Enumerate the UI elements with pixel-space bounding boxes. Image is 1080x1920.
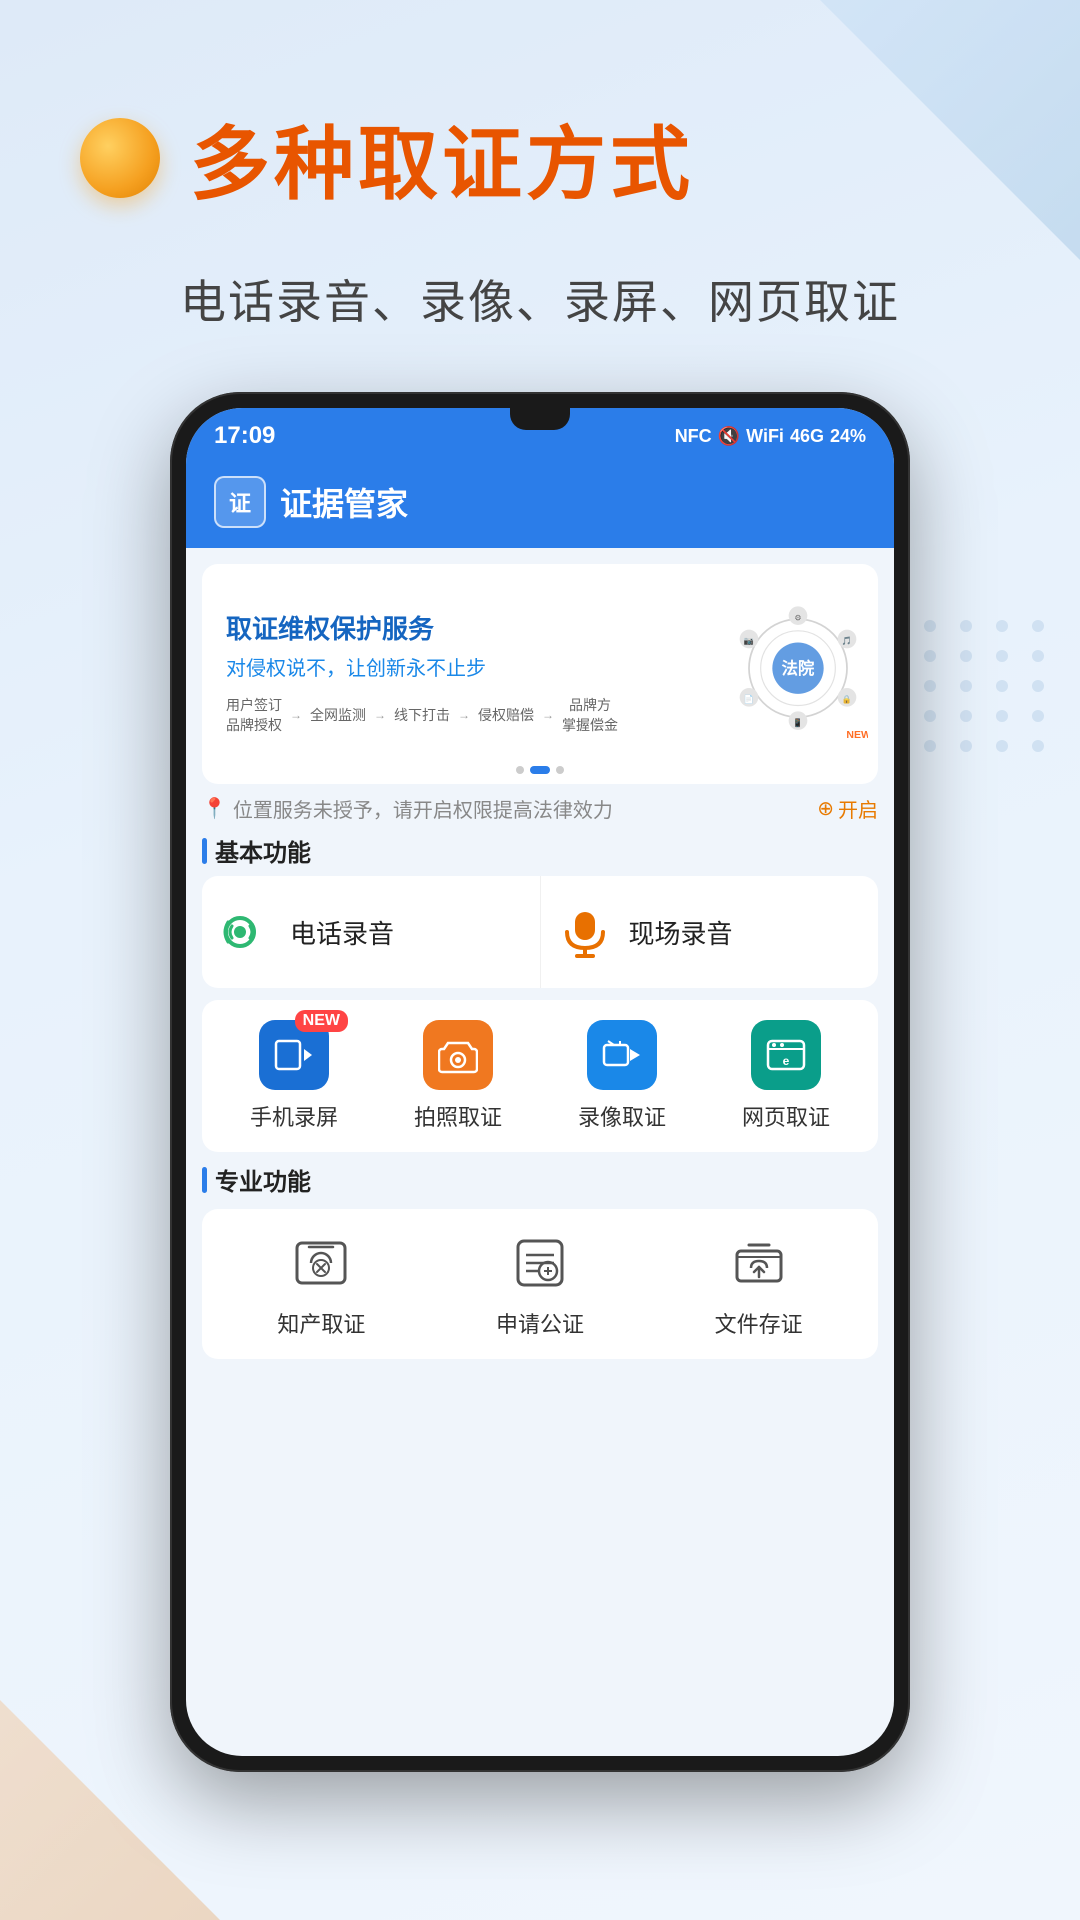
mic-recording-button[interactable]: 现场录音: [541, 876, 879, 988]
location-text: 位置服务未授予，请开启权限提高法律效力: [233, 794, 613, 823]
banner-dot-1: [516, 766, 524, 774]
main-title: 多种取证方式: [190, 100, 694, 216]
file-storage-label: 文件存证: [715, 1307, 803, 1339]
ip-evidence-icon: [287, 1229, 355, 1297]
app-header: 证 证据管家: [186, 464, 894, 548]
banner-step-1: 用户签订品牌授权: [226, 695, 282, 735]
webpage-evidence-icon: e: [751, 1020, 821, 1090]
mic-recording-icon: [557, 904, 613, 960]
arrow-icon-4: →: [542, 708, 554, 722]
svg-text:🎵: 🎵: [842, 636, 852, 646]
phone-screen: 17:09 NFC 🔇 WiFi 46G 24% 证 证据管家: [186, 408, 894, 1756]
battery-icon: 24%: [830, 426, 866, 447]
status-icons: NFC 🔇 WiFi 46G 24%: [675, 426, 866, 447]
app-logo: 证: [214, 476, 266, 528]
signal-icon: 46G: [790, 426, 824, 447]
svg-text:🔒: 🔒: [842, 695, 852, 704]
photo-evidence-icon: [423, 1020, 493, 1090]
grid-functions-container: NEW 手机录屏: [202, 1000, 878, 1152]
mic-recording-label: 现场录音: [629, 914, 733, 951]
banner[interactable]: 取证维权保护服务 对侵权说不，让创新永不止步 用户签订品牌授权 → 全网监测 →…: [202, 564, 878, 784]
bg-dots: [888, 620, 1050, 752]
photo-evidence-label: 拍照取证: [414, 1100, 502, 1132]
location-left: 📍 位置服务未授予，请开启权限提高法律效力: [202, 794, 613, 823]
svg-text:e: e: [783, 1054, 790, 1068]
webpage-evidence-button[interactable]: e 网页取证: [742, 1020, 830, 1132]
arrow-icon-3: →: [458, 708, 470, 722]
file-storage-icon: [725, 1229, 793, 1297]
new-badge: NEW: [295, 1010, 348, 1032]
svg-text:📱: 📱: [793, 717, 803, 727]
wifi-icon: WiFi: [746, 426, 784, 447]
open-icon: ⊕: [817, 796, 834, 821]
arrow-icon-2: →: [374, 708, 386, 722]
location-bar: 📍 位置服务未授予，请开启权限提高法律效力 ⊕ 开启: [202, 794, 878, 823]
location-icon: 📍: [202, 796, 227, 821]
open-label: 开启: [838, 794, 878, 823]
sub-title: 电话录音、录像、录屏、网页取证: [0, 256, 1080, 392]
banner-step-4: 侵权赔偿: [478, 705, 534, 725]
gold-ball-icon: [80, 118, 160, 198]
svg-text:📄: 📄: [744, 694, 754, 704]
basic-section-title: 基本功能: [202, 833, 878, 868]
open-location-button[interactable]: ⊕ 开启: [817, 794, 878, 823]
mute-icon: 🔇: [718, 426, 740, 447]
phone-recording-icon: [218, 904, 274, 960]
banner-steps: 用户签订品牌授权 → 全网监测 → 线下打击 → 侵权赔偿 → 品牌方掌握偿金: [226, 695, 694, 735]
video-evidence-label: 录像取证: [578, 1100, 666, 1132]
svg-text:⚙: ⚙: [794, 613, 801, 622]
banner-image: 法院 📷 🎵 📄 🔒 ⚙ 📱 NEW: [718, 584, 878, 764]
basic-functions-container: 电话录音 现场录音: [202, 876, 878, 988]
status-time: 17:09: [214, 422, 275, 450]
pro-functions-container: 知产取证: [202, 1209, 878, 1359]
file-storage-button[interactable]: 文件存证: [715, 1229, 803, 1339]
section-bar-icon: [202, 838, 207, 864]
banner-title-main: 取证维权保护服务: [226, 613, 694, 647]
photo-evidence-button[interactable]: 拍照取证: [414, 1020, 502, 1132]
screen-content: 取证维权保护服务 对侵权说不，让创新永不止步 用户签订品牌授权 → 全网监测 →…: [186, 548, 894, 1756]
screen-record-label: 手机录屏: [250, 1100, 338, 1132]
banner-illustration: 法院 📷 🎵 📄 🔒 ⚙ 📱 NEW: [728, 604, 868, 744]
notary-button[interactable]: 申请公证: [496, 1229, 584, 1339]
banner-step-5: 品牌方掌握偿金: [562, 695, 618, 735]
svg-text:NEW: NEW: [846, 729, 868, 741]
banner-content: 取证维权保护服务 对侵权说不，让创新永不止步 用户签订品牌授权 → 全网监测 →…: [202, 593, 718, 756]
section-bar-pro-icon: [202, 1167, 207, 1193]
banner-dot-2: [530, 766, 550, 774]
pro-section-title: 专业功能: [202, 1162, 878, 1197]
phone-recording-button[interactable]: 电话录音: [202, 876, 541, 988]
banner-step-3: 线下打击: [394, 705, 450, 725]
phone-notch: [510, 408, 570, 430]
app-title: 证据管家: [280, 479, 408, 525]
webpage-evidence-label: 网页取证: [742, 1100, 830, 1132]
notary-icon: [506, 1229, 574, 1297]
nfc-icon: NFC: [675, 426, 712, 447]
ip-evidence-button[interactable]: 知产取证: [277, 1229, 365, 1339]
video-evidence-icon: [587, 1020, 657, 1090]
notary-label: 申请公证: [496, 1307, 584, 1339]
banner-title-sub: 对侵权说不，让创新永不止步: [226, 652, 694, 681]
phone-mockup: 17:09 NFC 🔇 WiFi 46G 24% 证 证据管家: [170, 392, 910, 1772]
svg-text:法院: 法院: [782, 659, 815, 678]
screen-record-button[interactable]: NEW 手机录屏: [250, 1020, 338, 1132]
svg-text:📷: 📷: [744, 637, 754, 646]
phone-recording-label: 电话录音: [290, 914, 394, 951]
arrow-icon-1: →: [290, 708, 302, 722]
video-evidence-button[interactable]: 录像取证: [578, 1020, 666, 1132]
banner-dots: [516, 766, 564, 774]
ip-evidence-label: 知产取证: [277, 1307, 365, 1339]
banner-step-2: 全网监测: [310, 705, 366, 725]
phone-wrapper: 17:09 NFC 🔇 WiFi 46G 24% 证 证据管家: [0, 392, 1080, 1772]
banner-dot-3: [556, 766, 564, 774]
